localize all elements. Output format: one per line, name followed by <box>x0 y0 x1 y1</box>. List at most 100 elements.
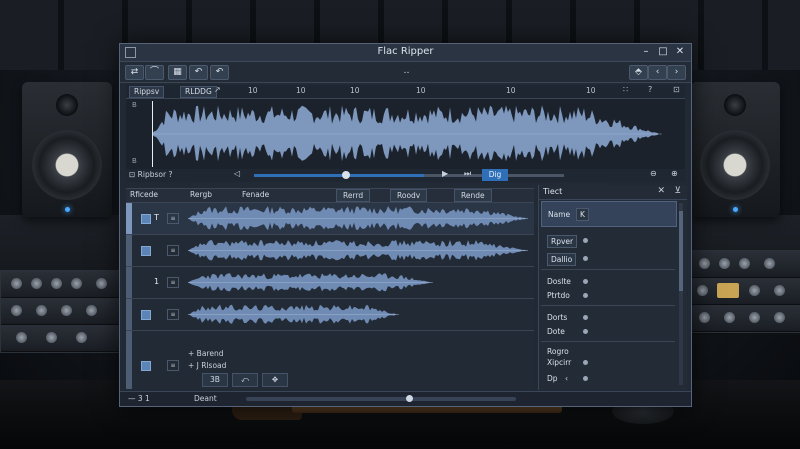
back-arrow-icon[interactable]: ‹ <box>648 65 667 80</box>
horizontal-scrollbar[interactable] <box>246 395 516 402</box>
tweeter <box>56 94 78 116</box>
track-mute-button[interactable]: ≡ <box>167 309 179 320</box>
swap-icon[interactable]: ⇄ <box>125 65 144 80</box>
col-header[interactable]: Rergb <box>190 190 212 199</box>
panel-header: Tiect ✕ ⊻ <box>539 185 687 200</box>
dig-button[interactable]: Dig <box>482 169 508 181</box>
tab-rippsv[interactable]: Rippsv <box>129 86 165 98</box>
marker-icon[interactable]: ⬘ <box>629 65 648 80</box>
properties-panel: Tiect ✕ ⊻ Name K Rpver Dallio Doslte Ptr… <box>538 185 687 390</box>
position-slider-thumb[interactable] <box>342 171 350 179</box>
col-header[interactable]: Rende <box>454 189 492 202</box>
property-label: Ptrtdo <box>547 291 570 300</box>
track-edge <box>126 203 132 234</box>
level-bottom-label: B <box>132 157 137 165</box>
help-icon[interactable]: ? <box>648 85 652 94</box>
position-slider-filled[interactable] <box>254 174 424 177</box>
headphones-icon[interactable]: ⌒ <box>145 65 164 80</box>
property-dot[interactable] <box>583 279 588 284</box>
toolbar: ⇄ ⌒ ▦ ↶ ↶ ‥ ⬘ ‹ › <box>120 62 691 83</box>
collapse-icon[interactable]: ⊻ <box>674 186 681 196</box>
track-row[interactable]: ≡ <box>126 235 534 267</box>
toolbar-grip-icon: ‥ <box>403 66 410 76</box>
undo-icon[interactable]: ↶ <box>189 65 208 80</box>
track-color-swatch[interactable] <box>141 278 149 286</box>
volume-icon[interactable]: ◁ <box>234 169 240 178</box>
property-dot[interactable] <box>583 315 588 320</box>
col-header[interactable]: Rficede <box>130 190 158 199</box>
overview-waveform[interactable]: B B <box>126 99 685 170</box>
prev-icon[interactable]: ‹ <box>565 374 568 383</box>
forward-arrow-icon[interactable]: › <box>667 65 686 80</box>
track-row[interactable]: 1 ≡ <box>126 267 534 299</box>
status-center: Deant <box>194 394 217 403</box>
close-button[interactable]: ✕ <box>673 45 687 59</box>
track-row[interactable]: T ≡ <box>126 203 534 235</box>
col-header[interactable]: Fenade <box>242 190 269 199</box>
scroll-thumb[interactable] <box>679 211 683 291</box>
track-color-swatch[interactable] <box>141 214 151 224</box>
property-label: Dote <box>547 327 565 336</box>
grid-icon[interactable]: ▦ <box>168 65 187 80</box>
property-button[interactable]: Rpver <box>547 235 578 248</box>
property-button[interactable]: Dallio <box>547 253 577 266</box>
name-edit-button[interactable]: K <box>576 208 589 221</box>
three-b-button[interactable]: 3B <box>202 373 228 387</box>
ruler-tick: 10 <box>416 86 426 95</box>
play-icon[interactable]: ▶ <box>442 169 448 178</box>
move-button[interactable]: ✥ <box>262 373 288 387</box>
track-edge <box>126 267 132 298</box>
list-icon[interactable]: ∷ <box>623 85 628 94</box>
scroll-thumb[interactable] <box>406 395 413 402</box>
window-title: Flac Ripper <box>377 46 434 57</box>
zoom-in-icon[interactable]: ⊕ <box>671 169 678 178</box>
track-color-swatch[interactable] <box>141 246 151 256</box>
expand-icon[interactable]: ↗ <box>214 85 221 94</box>
maximize-button[interactable]: □ <box>656 45 670 59</box>
property-dot[interactable] <box>583 293 588 298</box>
track-waveform <box>188 304 399 324</box>
property-dot[interactable] <box>583 238 588 243</box>
tab-rlddg[interactable]: RLDDG <box>180 86 217 98</box>
col-header[interactable]: Rerrd <box>336 189 371 202</box>
track-mute-button[interactable]: ≡ <box>167 277 179 288</box>
track-color-swatch[interactable] <box>141 310 151 320</box>
minimize-button[interactable]: – <box>639 45 653 59</box>
property-label: Doslte <box>547 277 571 286</box>
property-dot[interactable] <box>583 329 588 334</box>
track-edge <box>126 235 132 266</box>
col-header[interactable]: Roodv <box>390 189 428 202</box>
property-row[interactable]: Doslte Ptrtdo <box>541 271 675 306</box>
left-studio-monitor <box>22 82 112 217</box>
track-waveform <box>188 239 528 261</box>
zoom-out-icon[interactable]: ⊖ <box>650 169 657 178</box>
timeline-ruler: Rippsv RLDDG ↗ 10 10 10 10 10 10 ∷ ? ⊡ <box>126 85 685 99</box>
next-icon[interactable]: ⏭ <box>464 169 471 179</box>
loop-button[interactable]: ⤺ <box>232 373 258 387</box>
playhead[interactable] <box>152 101 153 167</box>
transport-label: ⊡ Ripbsor ? <box>129 170 173 179</box>
left-rack-gear <box>0 270 122 353</box>
track-number: T <box>154 213 159 222</box>
property-dot[interactable] <box>583 256 588 261</box>
property-row[interactable]: Dorts Dote <box>541 307 675 342</box>
track-mute-button[interactable]: ≡ <box>167 213 179 224</box>
property-dot[interactable] <box>583 376 588 381</box>
add-track-link[interactable]: + Barend <box>188 349 223 358</box>
property-row-name[interactable]: Name K <box>541 201 677 227</box>
reload-link[interactable]: + J Rlsoad <box>188 361 226 370</box>
property-row[interactable]: Rogro Xipcirr Dp ‹ <box>541 343 675 387</box>
overview-waveform-graphic <box>152 105 662 162</box>
vertical-scrollbar[interactable] <box>679 203 683 385</box>
close-icon[interactable]: ✕ <box>657 186 665 196</box>
fit-icon[interactable]: ⊡ <box>673 85 680 94</box>
property-row[interactable]: Rpver Dallio <box>541 229 675 270</box>
property-dot[interactable] <box>583 360 588 365</box>
waveform-shape <box>152 105 658 162</box>
track-waveform <box>188 273 433 292</box>
ruler-tick: 10 <box>506 86 516 95</box>
track-row[interactable]: ≡ <box>126 299 534 331</box>
redo-icon[interactable]: ↶ <box>210 65 229 80</box>
track-edge <box>126 299 132 330</box>
track-mute-button[interactable]: ≡ <box>167 245 179 256</box>
